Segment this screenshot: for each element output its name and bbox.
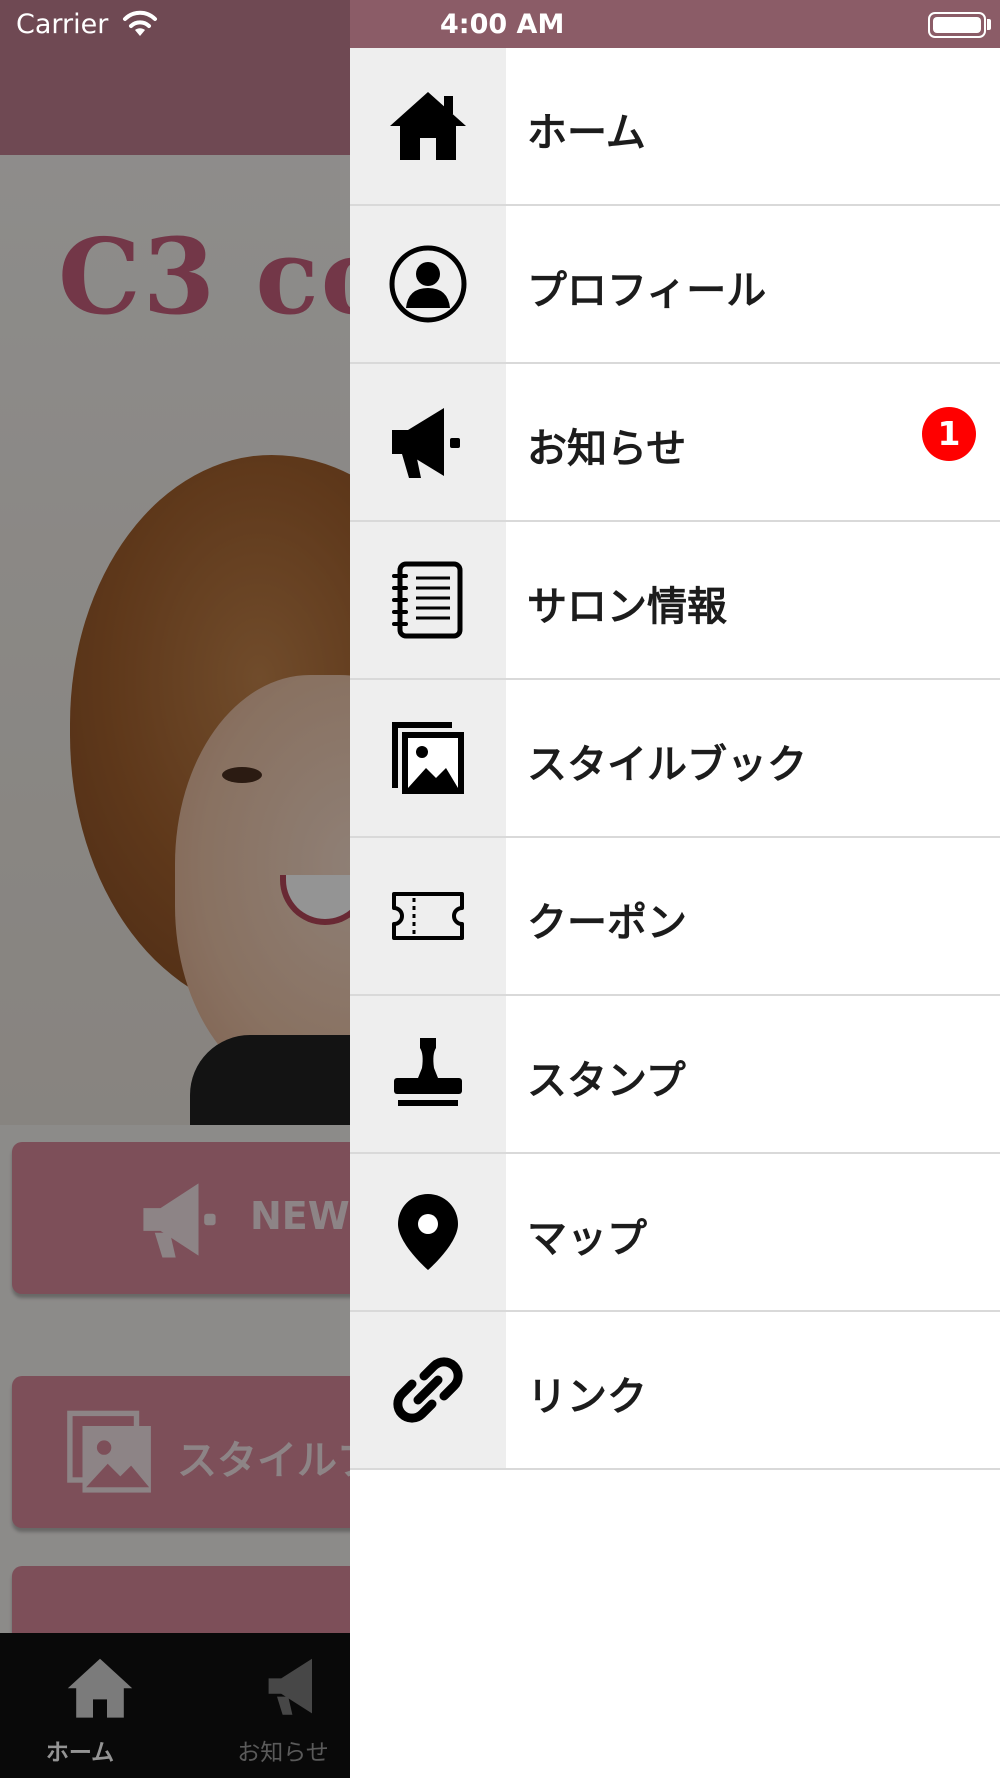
wifi-icon	[123, 10, 157, 36]
menu-icon-cell	[350, 522, 506, 678]
menu-item-label: ホーム	[527, 110, 646, 156]
menu-item-stamp[interactable]: スタンプ	[350, 996, 1000, 1154]
battery-tip	[987, 19, 991, 30]
hero-image: C3 co	[0, 155, 350, 1125]
menu-icon-cell	[350, 364, 506, 520]
ticket-icon	[392, 892, 464, 940]
gallery-icon	[392, 722, 464, 794]
tab-bar: ホーム お知らせ	[0, 1633, 350, 1778]
tab-news-label: お知らせ	[237, 1740, 329, 1766]
side-menu: ホーム プロフィール お知らせ 1 サロン情報 スタイルブック クーポン スタン…	[350, 48, 1000, 1778]
megaphone-icon	[143, 1183, 216, 1258]
menu-icon-cell	[350, 206, 506, 362]
menu-item-link[interactable]: リンク	[350, 1312, 1000, 1470]
stylebook-button[interactable]: スタイルブ	[12, 1376, 350, 1528]
menu-item-news[interactable]: お知らせ 1	[350, 364, 1000, 522]
menu-item-label: マップ	[527, 1216, 647, 1262]
menu-item-map[interactable]: マップ	[350, 1154, 1000, 1312]
menu-item-stylebook[interactable]: スタイルブック	[350, 680, 1000, 838]
link-icon	[393, 1357, 463, 1423]
battery-icon	[928, 12, 986, 38]
tab-home-label: ホーム	[45, 1740, 115, 1766]
stylebook-button-label: スタイルブ	[177, 1438, 350, 1484]
menu-icon-cell	[350, 680, 506, 836]
menu-item-label: サロン情報	[527, 584, 727, 630]
home-icon	[67, 1658, 133, 1718]
hero-shirt	[190, 1035, 350, 1125]
menu-item-label: スタイルブック	[527, 742, 807, 788]
hero-eye	[222, 767, 262, 783]
menu-item-label: スタンプ	[527, 1058, 686, 1104]
menu-icon-cell	[350, 1312, 506, 1468]
background-app: C3 co NEWS スタイルブ ホーム	[0, 0, 350, 1778]
status-bar: Carrier 4:00 AM	[0, 0, 1000, 48]
clock: 4:00 AM	[440, 9, 565, 40]
menu-icon-cell	[350, 1154, 506, 1310]
menu-item-label: プロフィール	[527, 268, 767, 314]
menu-item-profile[interactable]: プロフィール	[350, 206, 1000, 364]
news-button-label: NEWS	[250, 1194, 350, 1238]
gallery-icon	[67, 1410, 151, 1493]
menu-item-coupon[interactable]: クーポン	[350, 838, 1000, 996]
notebook-icon	[392, 561, 463, 639]
menu-item-home[interactable]: ホーム	[350, 48, 1000, 206]
profile-icon	[389, 245, 467, 323]
megaphone-icon	[392, 408, 460, 478]
menu-item-salon-info[interactable]: サロン情報	[350, 522, 1000, 680]
menu-item-label: リンク	[527, 1374, 647, 1420]
menu-item-label: クーポン	[527, 900, 687, 946]
stamp-icon	[394, 1038, 462, 1106]
carrier-label: Carrier	[16, 9, 109, 40]
notification-badge: 1	[922, 407, 976, 461]
tab-home[interactable]: ホーム	[20, 1633, 180, 1778]
news-button[interactable]: NEWS	[12, 1142, 350, 1294]
home-icon	[390, 92, 466, 160]
menu-item-label: お知らせ	[527, 426, 687, 472]
menu-icon-cell	[350, 48, 506, 204]
tab-news[interactable]: お知らせ	[218, 1633, 350, 1778]
salon-logo: C3 co	[58, 215, 350, 338]
menu-icon-cell	[350, 838, 506, 994]
map-pin-icon	[398, 1194, 458, 1270]
menu-icon-cell	[350, 996, 506, 1152]
megaphone-icon	[268, 1658, 312, 1715]
